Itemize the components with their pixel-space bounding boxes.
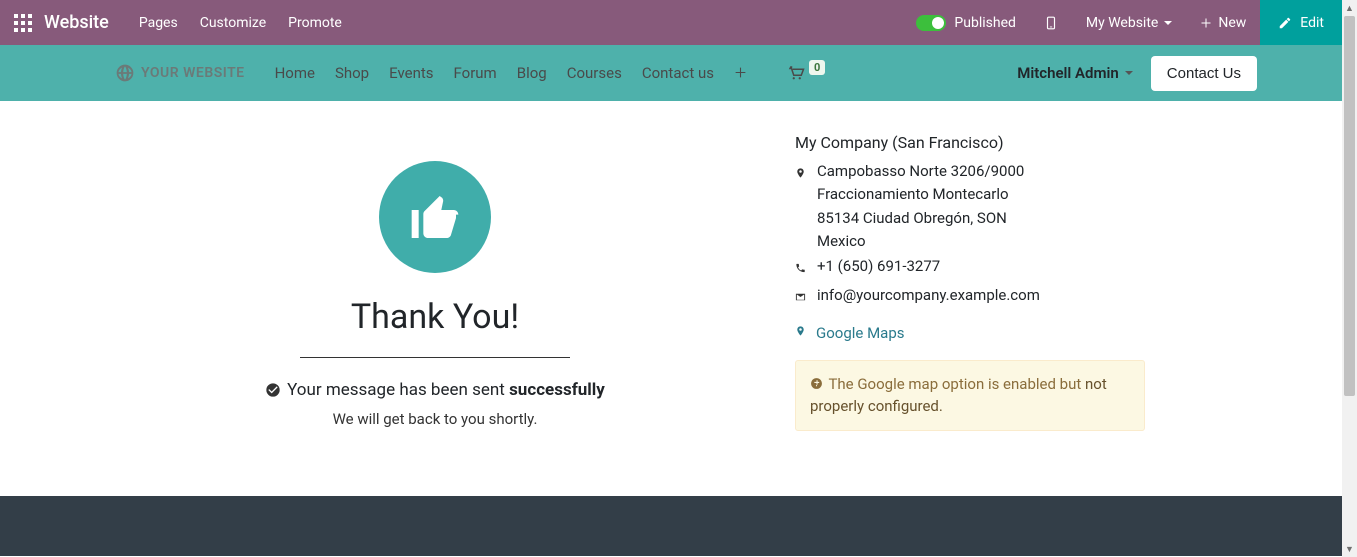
site-logo-text: YOUR WEBSITE [141, 65, 245, 81]
success-message: Your message has been sent successfully [265, 380, 605, 400]
company-address: Campobasso Norte 3206/9000 Fraccionamien… [795, 160, 1145, 253]
nav-blog[interactable]: Blog [517, 64, 547, 82]
thank-you-headline: Thank You! [351, 297, 519, 337]
website-selector[interactable]: My Website [1072, 0, 1186, 45]
plus-circle-icon [810, 377, 823, 390]
phone-icon [795, 255, 807, 282]
nav-add-button[interactable] [734, 64, 747, 83]
pencil-icon [1278, 16, 1292, 30]
new-button[interactable]: New [1186, 0, 1260, 45]
company-name: My Company (San Francisco) [795, 133, 1145, 152]
check-circle-icon [265, 382, 281, 398]
published-toggle[interactable]: Published [902, 15, 1029, 31]
vertical-scrollbar[interactable]: ▲ ▼ [1342, 0, 1357, 557]
chevron-down-icon [1125, 71, 1133, 75]
cart-icon [787, 64, 805, 82]
nav-home[interactable]: Home [275, 64, 315, 82]
nav-courses[interactable]: Courses [567, 64, 622, 82]
success-subtext: We will get back to you shortly. [333, 410, 538, 428]
company-email: info@yourcompany.example.com [795, 284, 1145, 311]
site-logo[interactable]: YOUR WEBSITE [115, 63, 245, 83]
scroll-down-icon[interactable]: ▼ [1342, 541, 1357, 557]
admin-menu: Pages Customize Promote [139, 15, 342, 31]
nav-contact[interactable]: Contact us [642, 64, 714, 82]
nav-events[interactable]: Events [389, 64, 433, 82]
plus-icon [1200, 17, 1212, 29]
mobile-icon [1044, 16, 1058, 30]
scrollbar-thumb[interactable] [1344, 16, 1355, 396]
email-value: info@yourcompany.example.com [817, 284, 1145, 311]
map-pin-icon [795, 160, 807, 253]
user-menu-label: Mitchell Admin [1017, 64, 1119, 82]
user-menu[interactable]: Mitchell Admin [1017, 64, 1133, 82]
edit-button[interactable]: Edit [1260, 0, 1342, 45]
google-maps-label: Google Maps [816, 324, 905, 342]
globe-icon [115, 63, 135, 83]
admin-menu-promote[interactable]: Promote [288, 15, 342, 31]
toggle-switch-icon [916, 15, 946, 31]
phone-value: +1 (650) 691-3277 [817, 255, 1145, 282]
address-line-3: 85134 Ciudad Obregón, SON [817, 207, 1145, 230]
divider [300, 357, 570, 358]
chevron-down-icon [1164, 21, 1172, 25]
map-pin-icon [795, 324, 806, 342]
address-line-1: Campobasso Norte 3206/9000 [817, 160, 1145, 183]
new-button-label: New [1218, 15, 1246, 31]
scroll-up-icon[interactable]: ▲ [1342, 0, 1357, 16]
cart-button[interactable]: 0 [787, 64, 825, 82]
site-nav: Home Shop Events Forum Blog Courses Cont… [275, 64, 826, 83]
company-phone: +1 (650) 691-3277 [795, 255, 1145, 282]
company-info-panel: My Company (San Francisco) Campobasso No… [795, 131, 1145, 456]
site-header: YOUR WEBSITE Home Shop Events Forum Blog… [0, 45, 1342, 101]
warning-text: The Google map option is enabled but [828, 375, 1085, 393]
edit-button-label: Edit [1300, 15, 1324, 31]
thumbs-up-badge [379, 161, 491, 273]
google-maps-link[interactable]: Google Maps [795, 324, 1145, 342]
website-selector-label: My Website [1086, 15, 1158, 31]
address-line-2: Fraccionamiento Montecarlo [817, 183, 1145, 206]
admin-menu-customize[interactable]: Customize [200, 15, 266, 31]
success-message-bold: successfully [509, 380, 605, 400]
apps-icon[interactable] [10, 10, 36, 36]
admin-menu-pages[interactable]: Pages [139, 15, 178, 31]
mobile-preview-button[interactable] [1030, 0, 1072, 45]
address-line-4: Mexico [817, 230, 1145, 253]
cart-count-badge: 0 [809, 60, 825, 75]
main-content: Thank You! Your message has been sent su… [0, 101, 1342, 496]
admin-bar: Website Pages Customize Promote Publishe… [0, 0, 1342, 45]
warning-alert: The Google map option is enabled but not… [795, 360, 1145, 431]
published-label: Published [954, 15, 1015, 31]
thumbs-up-icon [407, 189, 463, 245]
nav-shop[interactable]: Shop [335, 64, 369, 82]
contact-us-button[interactable]: Contact Us [1151, 56, 1257, 91]
envelope-icon [795, 284, 807, 311]
thank-you-panel: Thank You! Your message has been sent su… [115, 131, 755, 456]
plus-icon [734, 66, 747, 79]
success-message-prefix: Your message has been sent [287, 380, 509, 400]
admin-brand[interactable]: Website [44, 12, 109, 33]
nav-forum[interactable]: Forum [454, 64, 497, 82]
footer [0, 496, 1342, 556]
